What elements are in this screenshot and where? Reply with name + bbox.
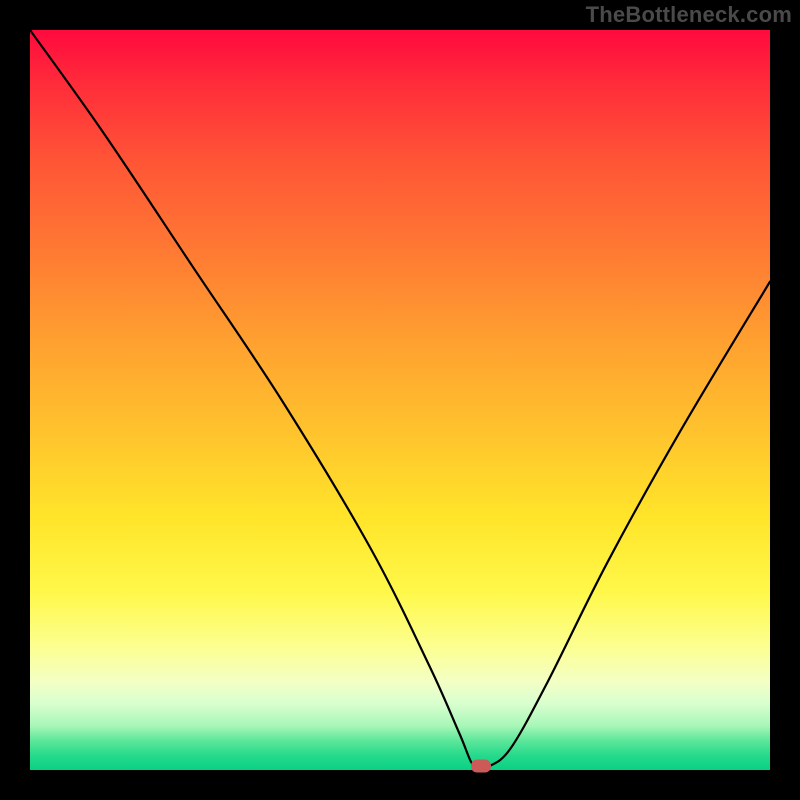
minimum-marker — [471, 760, 491, 773]
plot-area — [30, 30, 770, 770]
watermark-text: TheBottleneck.com — [586, 2, 792, 28]
chart-container: TheBottleneck.com — [0, 0, 800, 800]
bottleneck-curve — [30, 30, 770, 770]
